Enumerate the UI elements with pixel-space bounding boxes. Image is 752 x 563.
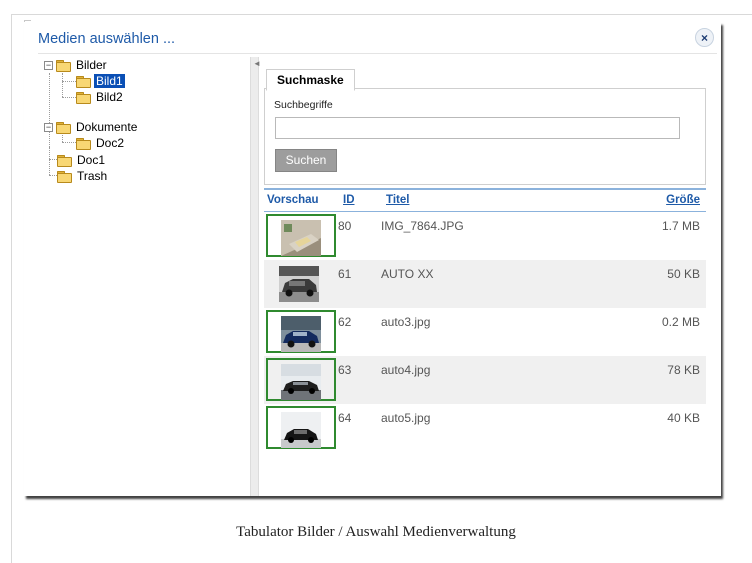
tree-connector [62, 142, 76, 144]
row-size: 40 KB [667, 411, 700, 425]
thumb-car-black [281, 412, 321, 448]
tree-item-doc2[interactable]: Doc2 [76, 135, 126, 151]
figure-caption: Tabulator Bilder / Auswahl Medienverwalt… [236, 524, 516, 540]
preview-thumbnail-frame[interactable] [266, 310, 336, 353]
table-row[interactable]: 63 auto4.jpg 78 KB [264, 356, 706, 404]
tree-item-label: Dokumente [76, 120, 138, 134]
preview-thumbnail-frame[interactable] [266, 358, 336, 401]
tree-item-label: Bild2 [96, 90, 123, 104]
row-size: 78 KB [667, 363, 700, 377]
tree-item-doc1[interactable]: Doc1 [57, 152, 107, 168]
tree-item-label: Bilder [76, 58, 107, 72]
row-size: 50 KB [667, 267, 700, 281]
results-table: Vorschau ID Titel Größe 80 IMG_7864.JPG … [264, 188, 706, 452]
row-id: 61 [338, 267, 352, 281]
row-size: 0.2 MB [661, 315, 700, 329]
table-row[interactable]: 80 IMG_7864.JPG 1.7 MB [264, 212, 706, 260]
tree-item-bild2[interactable]: Bild2 [76, 89, 125, 105]
folder-icon [56, 59, 71, 72]
tree-connector [62, 81, 76, 83]
media-browser-pane: Suchmaske Suchbegriffe Suchen Vorschau I… [260, 57, 721, 496]
search-input[interactable] [275, 117, 680, 139]
tree-item-label: Doc2 [96, 136, 125, 150]
tree-item-bilder[interactable]: − Bilder [44, 57, 109, 73]
media-select-dialog: Medien auswählen ... × − Bilder Bild1 Bi… [24, 22, 721, 496]
tree-connector [49, 73, 51, 147]
row-title: IMG_7864.JPG [381, 219, 464, 233]
tree-item-dokumente[interactable]: − Dokumente [44, 119, 139, 135]
row-id: 80 [338, 219, 352, 233]
tree-item-trash[interactable]: Trash [57, 168, 109, 184]
frame-border-top [11, 14, 752, 15]
preview-thumbnail-frame[interactable] [266, 214, 336, 257]
collapse-icon[interactable]: − [44, 60, 53, 70]
folder-icon [76, 75, 91, 88]
search-form: Suchbegriffe Suchen [264, 88, 706, 185]
column-header-size[interactable]: Größe [666, 194, 700, 206]
thumb-car-blue [281, 316, 321, 352]
results-header: Vorschau ID Titel Größe [264, 188, 706, 212]
row-title: auto5.jpg [381, 411, 431, 425]
preview-thumbnail-frame[interactable] [266, 262, 336, 305]
dialog-title: Medien auswählen ... [38, 31, 176, 47]
row-id: 62 [338, 315, 352, 329]
folder-tree-pane: − Bilder Bild1 Bild2 − Dokumente Doc2 Do… [38, 57, 250, 496]
tree-connector [62, 73, 64, 97]
folder-icon [76, 91, 91, 104]
row-title: auto4.jpg [381, 363, 431, 377]
row-id: 64 [338, 411, 352, 425]
tab-suchmaske[interactable]: Suchmaske [266, 69, 355, 91]
tree-connector [62, 97, 76, 99]
preview-thumbnail-frame[interactable] [266, 406, 336, 449]
close-button[interactable]: × [695, 28, 714, 47]
folder-icon [76, 137, 91, 150]
search-field-label: Suchbegriffe [274, 99, 333, 111]
thumb-dish [281, 220, 321, 256]
row-id: 63 [338, 363, 352, 377]
folder-icon [57, 170, 72, 183]
frame-border-left [11, 14, 12, 563]
close-icon: × [700, 30, 708, 45]
table-row[interactable]: 62 auto3.jpg 0.2 MB [264, 308, 706, 356]
row-title: AUTO XX [381, 267, 434, 281]
column-header-id[interactable]: ID [343, 194, 355, 206]
folder-icon [57, 154, 72, 167]
column-header-preview: Vorschau [267, 194, 319, 206]
tree-connector [49, 147, 51, 175]
tree-item-label: Trash [77, 169, 108, 183]
column-header-title[interactable]: Titel [386, 194, 409, 206]
pane-splitter[interactable]: ◄ [250, 57, 261, 496]
folder-icon [56, 121, 71, 134]
collapse-icon[interactable]: − [44, 122, 53, 132]
tree-item-bild1[interactable]: Bild1 [76, 73, 125, 89]
tree-item-label: Doc1 [77, 153, 106, 167]
tree-item-label: Bild1 [94, 74, 125, 88]
thumb-car-street [281, 364, 321, 400]
search-button[interactable]: Suchen [275, 149, 337, 172]
row-size: 1.7 MB [661, 219, 700, 233]
table-row[interactable]: 61 AUTO XX 50 KB [264, 260, 706, 308]
title-divider [38, 53, 717, 54]
tree-connector [49, 175, 57, 177]
thumb-car-gray [279, 266, 319, 302]
row-title: auto3.jpg [381, 315, 431, 329]
table-row[interactable]: 64 auto5.jpg 40 KB [264, 404, 706, 452]
